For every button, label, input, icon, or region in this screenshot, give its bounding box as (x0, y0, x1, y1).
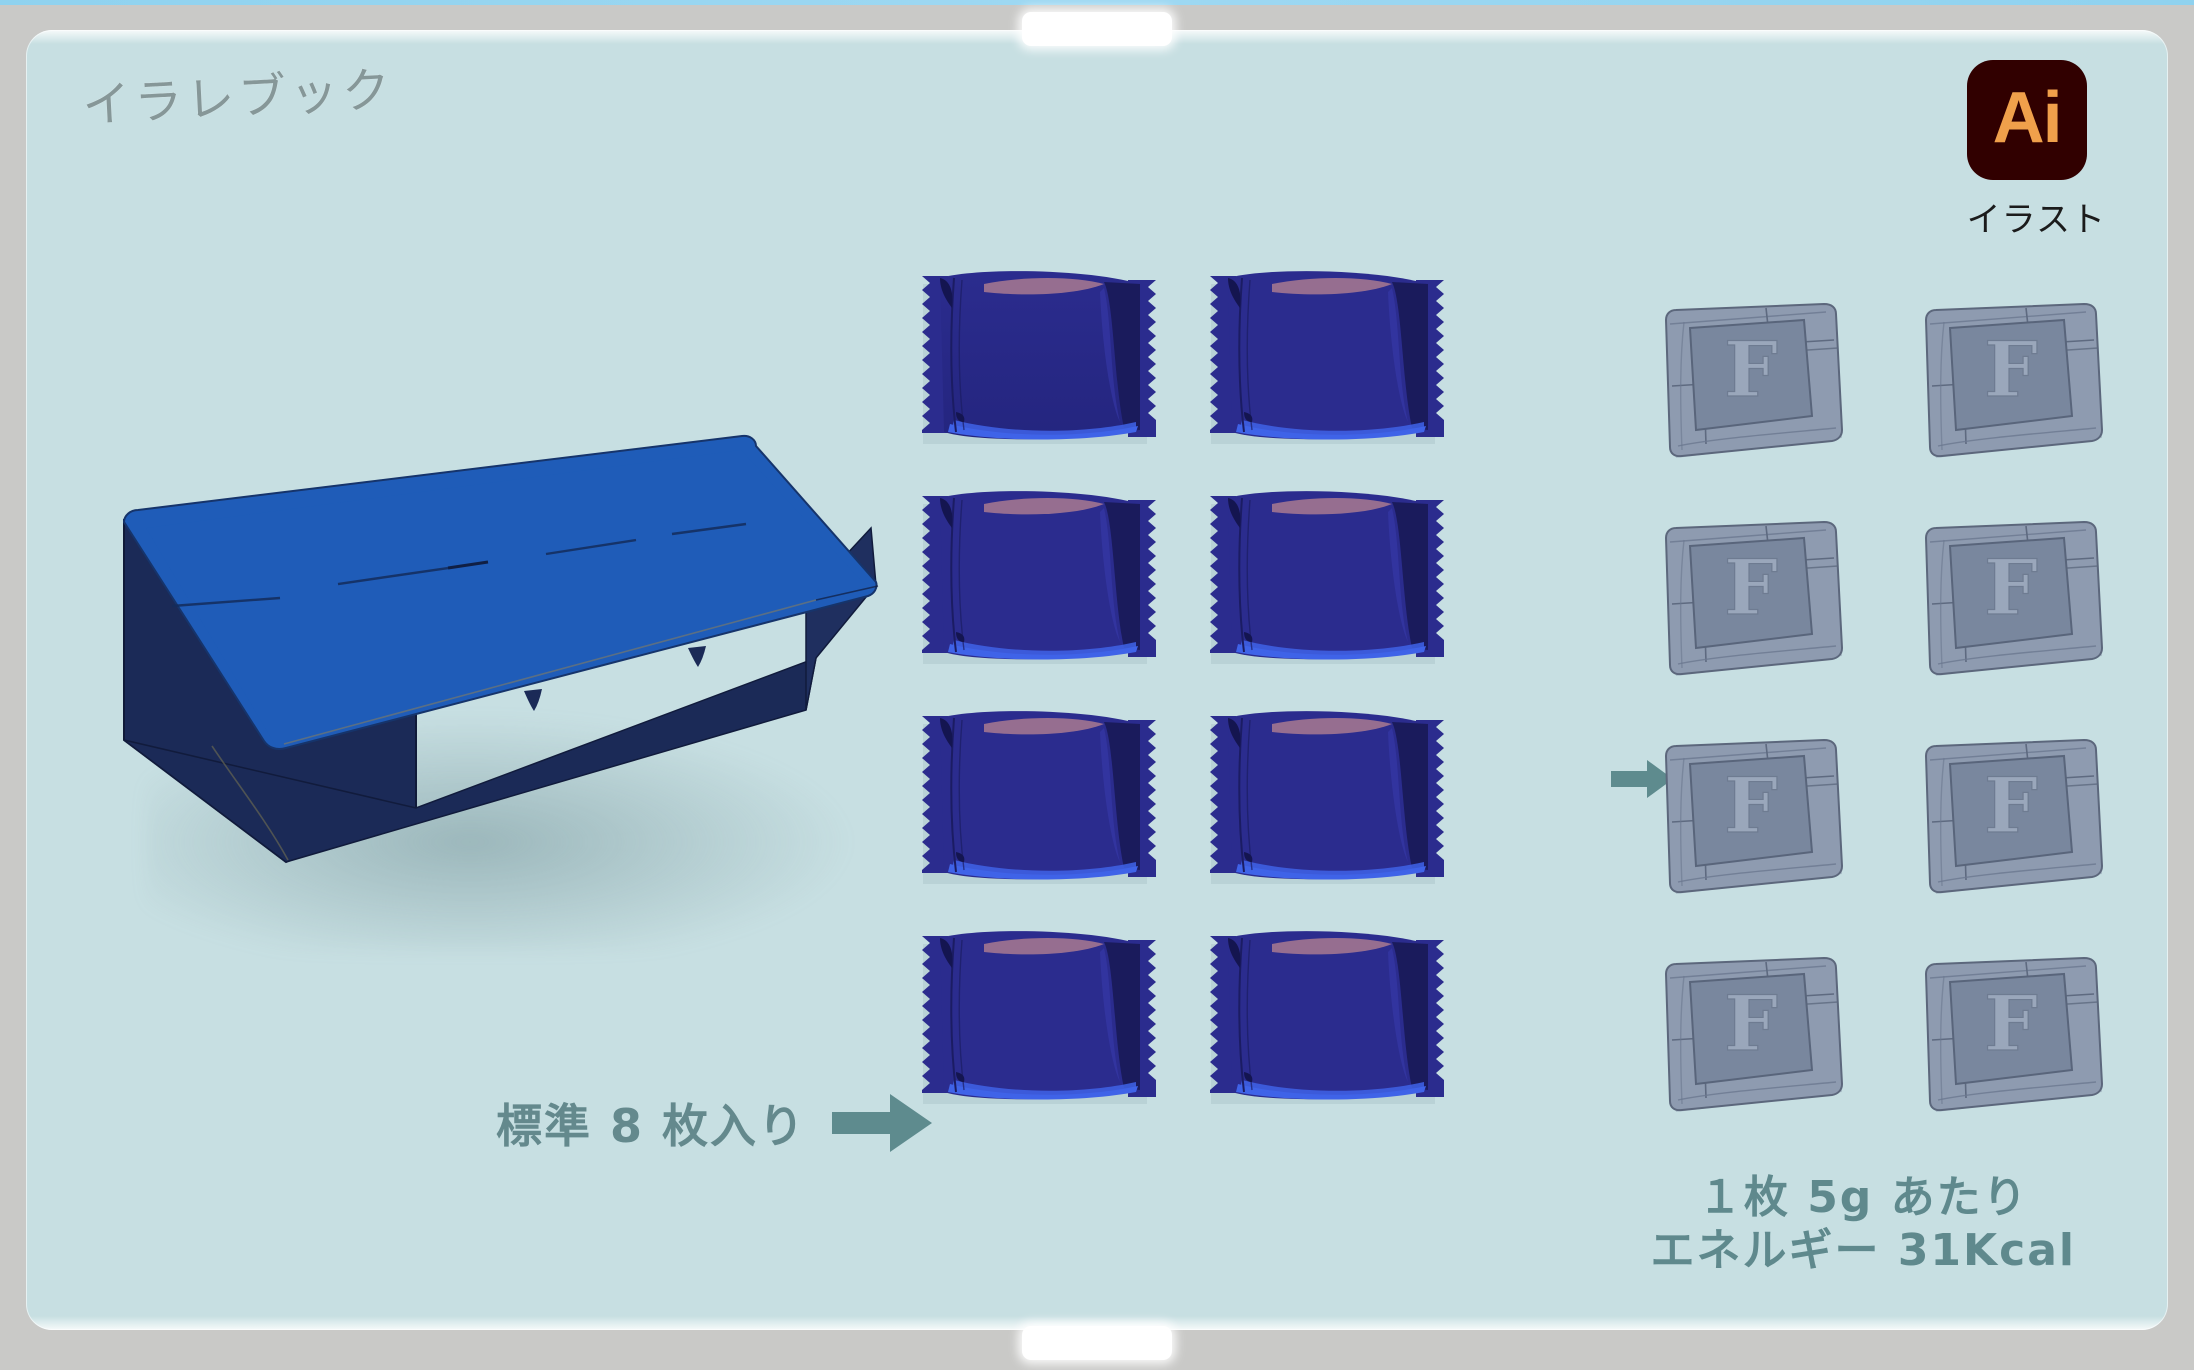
cracker-item[interactable]: F (1656, 734, 1846, 909)
ai-badge-caption: イラスト (1966, 200, 2106, 240)
product-box (116, 410, 896, 970)
home-notch (1022, 1326, 1172, 1360)
ai-logo-text: Ai (1992, 78, 2063, 158)
cracker-letter: F (1984, 979, 2038, 1068)
cracker-item[interactable]: F (1916, 734, 2106, 909)
pack-count-label: 標準 8 枚入り (496, 1099, 807, 1153)
wrapper-item[interactable] (914, 262, 1164, 447)
cracker-item[interactable]: F (1916, 516, 2106, 691)
cracker-item[interactable]: F (1916, 952, 2106, 1127)
cracker-letter: F (1984, 325, 2038, 414)
wrapper-item[interactable] (914, 482, 1164, 667)
cracker-letter: F (1724, 543, 1778, 632)
canvas-screen: イラレブック Ai イラスト 標準 8 枚入り F F F F F F F F … (26, 30, 2168, 1330)
pack-count-callout: 標準 8 枚入り (496, 1090, 933, 1156)
cracker-item[interactable]: F (1656, 298, 1846, 473)
cracker-letter: F (1724, 761, 1778, 850)
wrapper-item[interactable] (914, 702, 1164, 887)
screenshot-root: イラレブック Ai イラスト 標準 8 枚入り F F F F F F F F … (0, 0, 2194, 1370)
wrapper-item[interactable] (914, 922, 1164, 1107)
wrapper-item[interactable] (1202, 922, 1452, 1107)
cracker-letter: F (1984, 543, 2038, 632)
illustrator-badge[interactable]: Ai イラスト (1966, 60, 2106, 241)
wrapper-item[interactable] (1202, 702, 1452, 887)
cracker-letter: F (1984, 761, 2038, 850)
cracker-grid: F F F F F F F F (1656, 298, 2106, 1127)
cracker-item[interactable]: F (1656, 516, 1846, 691)
nutrition-info: １枚 5g あたり エネルギー 31Kcal (1651, 1171, 2077, 1278)
box-illustration (122, 434, 879, 864)
nutrition-line-1: １枚 5g あたり (1697, 1171, 2029, 1223)
cracker-letter: F (1724, 979, 1778, 1068)
cracker-item[interactable]: F (1656, 952, 1846, 1127)
wrapper-grid (914, 262, 1452, 1107)
nutrition-line-2: エネルギー 31Kcal (1650, 1225, 2076, 1277)
page-title: イラレブック (81, 61, 396, 135)
wrapper-item[interactable] (1202, 262, 1452, 447)
cracker-letter: F (1724, 325, 1778, 414)
wrapper-item[interactable] (1202, 482, 1452, 667)
camera-notch (1022, 12, 1172, 46)
cracker-item[interactable]: F (1916, 298, 2106, 473)
ai-logo-icon: Ai (1966, 60, 2087, 180)
